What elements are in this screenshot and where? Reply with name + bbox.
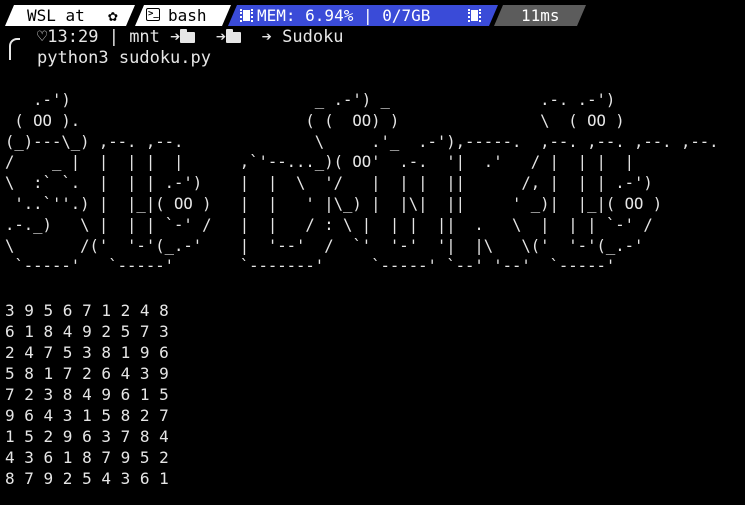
- memory-chip-icon: [468, 9, 481, 22]
- sudoku-row: 1 5 2 9 6 3 7 8 4: [5, 427, 169, 446]
- memory-segment: MEM: 6.94% | 0/7GB: [228, 5, 498, 26]
- memory-chip-icon: [240, 9, 253, 22]
- duration-segment: 11ms: [494, 5, 586, 26]
- prompt-bar: WSL at ✿ bash MEM: 6.94% | 0/7GB 11ms: [0, 5, 745, 26]
- host-segment: WSL at ✿: [5, 5, 135, 26]
- prompt-time: 13:29: [47, 27, 99, 47]
- sudoku-ascii-banner: .-') _ .-') _ .-. .-') ( OO ). ( ( OO) )…: [5, 91, 719, 276]
- sudoku-row: 4 3 6 1 8 7 9 5 2: [5, 448, 169, 467]
- folder-icon: [226, 29, 242, 43]
- path-dir-final: Sudoku: [282, 27, 344, 47]
- sudoku-row: 8 7 9 2 5 4 3 6 1: [5, 469, 169, 488]
- sudoku-grid: 3 9 5 6 7 1 2 4 8 6 1 8 4 9 2 5 7 3 2 4 …: [5, 300, 169, 489]
- sudoku-row: 7 2 3 8 4 9 6 1 5: [5, 385, 169, 404]
- memory-label: MEM: 6.94% | 0/7GB: [257, 6, 431, 25]
- terminal-icon: [146, 8, 160, 21]
- command-line: python3 sudoku.py: [37, 48, 211, 68]
- shell-segment: bash: [135, 5, 231, 26]
- sudoku-row: 3 9 5 6 7 1 2 4 8: [5, 301, 169, 320]
- duration-label: 11ms: [521, 6, 560, 25]
- sudoku-row: 6 1 8 4 9 2 5 7 3: [5, 322, 169, 341]
- shell-label: bash: [168, 6, 207, 25]
- heart-icon: ♡: [37, 27, 48, 47]
- settings-gear-icon: ✿: [108, 6, 118, 25]
- host-label: WSL at: [27, 6, 85, 25]
- folder-icon: [180, 29, 196, 43]
- arrow-right-icon: ➔: [170, 27, 181, 47]
- path-dir-mnt: mnt: [129, 27, 160, 47]
- sudoku-row: 2 4 7 5 3 8 1 9 6: [5, 343, 169, 362]
- arrow-right-icon: ➔: [261, 27, 272, 47]
- prompt-path-line: ♡13:29 | mnt ➔ ➔ ➔ Sudoku: [37, 27, 344, 47]
- sudoku-row: 9 6 4 3 1 5 8 2 7: [5, 406, 169, 425]
- arrow-right-icon: ➔: [215, 27, 227, 47]
- prompt-corner-connector: [9, 38, 20, 60]
- prompt-separator: |: [108, 27, 119, 47]
- sudoku-row: 5 8 1 7 2 6 4 3 9: [5, 364, 169, 383]
